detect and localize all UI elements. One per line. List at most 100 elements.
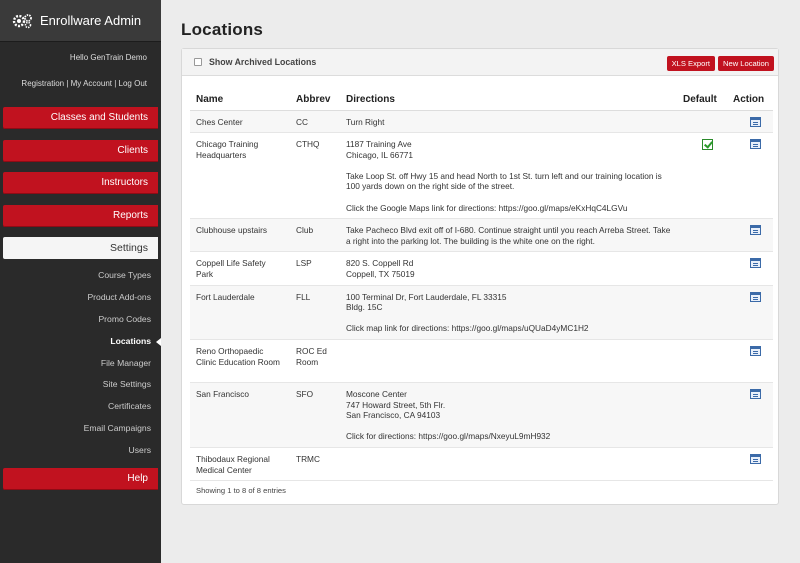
location-abbrev: TRMC	[290, 447, 340, 481]
table-row: Ches Center CC Turn Right	[190, 110, 773, 134]
column-header-directions[interactable]: Directions	[340, 89, 677, 111]
user-info: Hello GenTrain Demo Registration | My Ac…	[0, 42, 161, 90]
directions-paragraph: Take Pacheco Blvd exit off of I-680. Con…	[346, 225, 671, 246]
location-directions: Take Pacheco Blvd exit off of I-680. Con…	[340, 218, 677, 253]
panel-buttons: XLS Export New Location	[666, 56, 774, 71]
column-header-abbrev[interactable]: Abbrev	[290, 89, 340, 111]
table-row: Reno Orthopaedic Clinic Education Room RO…	[190, 339, 773, 383]
submenu-locations[interactable]: Locations	[0, 331, 161, 353]
brand-bar[interactable]: Enrollware Admin	[0, 0, 161, 42]
submenu-certificates[interactable]: Certificates	[0, 396, 161, 418]
menu-reports[interactable]: Reports	[3, 204, 158, 227]
directions-paragraph: Click for directions: https://goo.gl/map…	[346, 431, 551, 442]
submenu-course-types[interactable]: Course Types	[0, 265, 161, 287]
location-name: Coppell Life Safety Park	[190, 251, 290, 286]
edit-icon[interactable]	[750, 454, 761, 464]
location-action	[727, 132, 773, 220]
checkmark-icon	[702, 139, 713, 151]
gears-icon	[12, 13, 32, 28]
location-action	[727, 339, 773, 383]
new-location-button[interactable]: New Location	[717, 56, 774, 71]
show-archived-checkbox[interactable]	[194, 58, 202, 66]
column-header-name[interactable]: Name	[190, 89, 290, 111]
location-directions: Turn Right	[340, 110, 677, 134]
directions-paragraph: 100 Terminal Dr, Fort Lauderdale, FL 333…	[346, 291, 507, 313]
table-row: Coppell Life Safety Park LSP 820 S. Coppel…	[190, 251, 773, 286]
location-default	[677, 218, 727, 253]
directions-paragraph: Moscone Center 747 Howard Street, 5th Fl…	[346, 389, 446, 421]
location-name: San Francisco	[190, 382, 290, 448]
sidebar: Enrollware Admin Hello GenTrain Demo Reg…	[0, 0, 161, 563]
menu-classes-and-students[interactable]: Classes and Students	[3, 107, 158, 129]
menu-instructors[interactable]: Instructors	[3, 172, 158, 194]
location-name: Thibodaux Regional Medical Center	[190, 447, 290, 481]
log-out-link[interactable]: Log Out	[119, 79, 147, 88]
location-directions: Moscone Center 747 Howard Street, 5th Fl…	[340, 382, 677, 448]
location-directions: 820 S. Coppell Rd Coppell, TX 75019	[340, 251, 677, 286]
column-header-action: Action	[727, 89, 773, 111]
edit-icon[interactable]	[750, 389, 761, 399]
edit-icon[interactable]	[750, 225, 761, 236]
location-abbrev: ROC Ed Room	[290, 339, 340, 383]
location-action	[727, 110, 773, 134]
page-title: Locations	[181, 20, 264, 39]
column-header-default[interactable]: Default	[677, 89, 727, 111]
location-default	[677, 447, 727, 481]
submenu-email-campaigns[interactable]: Email Campaigns	[0, 418, 161, 440]
table-row: Fort Lauderdale FLL 100 Terminal Dr, Fort …	[190, 285, 773, 341]
edit-icon[interactable]	[750, 116, 761, 127]
locations-table: Name Abbrev Directions Default Action Ch…	[190, 89, 773, 481]
location-name: Fort Lauderdale	[190, 285, 290, 341]
location-directions: 1187 Training Ave Chicago, IL 66771 Take …	[340, 132, 677, 220]
location-action	[727, 251, 773, 286]
submenu-file-manager[interactable]: File Manager	[0, 353, 161, 375]
directions-paragraph: Click the Google Maps link for direction…	[346, 202, 628, 213]
location-default	[677, 251, 727, 286]
edit-icon[interactable]	[750, 258, 761, 269]
directions-paragraph: 820 S. Coppell Rd Coppell, TX 75019	[346, 258, 415, 280]
directions-paragraph: 1187 Training Ave Chicago, IL 66771	[346, 139, 414, 160]
location-default	[677, 285, 727, 341]
location-action	[727, 285, 773, 341]
show-archived-label[interactable]: Show Archived Locations	[209, 57, 316, 67]
account-links: Registration | My Account | Log Out	[21, 79, 147, 88]
location-name: Reno Orthopaedic Clinic Education Room	[190, 339, 290, 383]
directions-paragraph: Turn Right	[346, 116, 385, 127]
table-row: San Francisco SFO Moscone Center 747 Howar…	[190, 382, 773, 448]
submenu-site-settings[interactable]: Site Settings	[0, 374, 161, 396]
location-action	[727, 218, 773, 253]
location-default	[677, 132, 727, 220]
main-menu: Classes and Students Clients Instructors…	[0, 107, 161, 501]
registration-link[interactable]: Registration	[21, 79, 64, 88]
location-abbrev: SFO	[290, 382, 340, 448]
directions-paragraph: Take Loop St. off Hwy 15 and head North …	[346, 170, 662, 192]
location-default	[677, 339, 727, 383]
submenu-product-add-ons[interactable]: Product Add-ons	[0, 287, 161, 309]
location-default	[677, 382, 727, 448]
xls-export-button[interactable]: XLS Export	[666, 56, 715, 71]
location-abbrev: LSP	[290, 251, 340, 286]
hello-text: Hello GenTrain Demo	[69, 53, 147, 62]
submenu-promo-codes[interactable]: Promo Codes	[0, 309, 161, 331]
location-abbrev: CTHQ	[290, 132, 340, 220]
location-name: Chicago Training Headquarters	[190, 132, 290, 220]
table-row: Clubhouse upstairs Club Take Pacheco Blvd …	[190, 218, 773, 253]
location-name: Clubhouse upstairs	[190, 218, 290, 253]
my-account-link[interactable]: My Account	[71, 79, 112, 88]
directions-paragraph: Click map link for directions: https://g…	[346, 323, 589, 334]
location-default	[677, 110, 727, 134]
location-directions: 100 Terminal Dr, Fort Lauderdale, FL 333…	[340, 285, 677, 341]
panel-header: Show Archived Locations XLS Export New L…	[182, 49, 778, 76]
edit-icon[interactable]	[750, 291, 761, 302]
menu-help[interactable]: Help	[3, 468, 158, 491]
edit-icon[interactable]	[750, 139, 761, 150]
location-action	[727, 447, 773, 481]
menu-settings[interactable]: Settings	[3, 237, 158, 259]
location-abbrev: Club	[290, 218, 340, 253]
edit-icon[interactable]	[750, 346, 761, 356]
table-row: Thibodaux Regional Medical Center TRMC	[190, 447, 773, 481]
submenu-users[interactable]: Users	[0, 440, 161, 462]
location-action	[727, 382, 773, 448]
table-info: Showing 1 to 8 of 8 entries	[196, 486, 286, 495]
menu-clients[interactable]: Clients	[3, 139, 158, 162]
